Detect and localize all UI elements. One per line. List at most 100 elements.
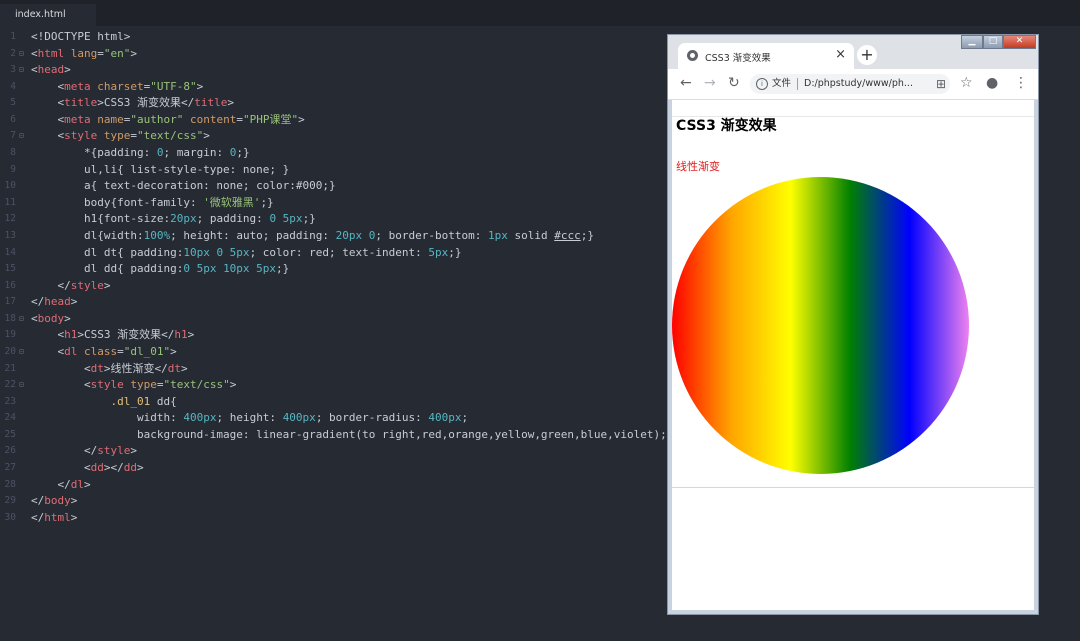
code-line[interactable]: 16 </style> [0,278,670,295]
address-separator [797,78,798,90]
code-token: "PHP课堂" [242,112,299,126]
code-token: content [183,112,237,126]
code-token: type [97,129,131,143]
line-number: 17 [4,296,16,308]
code-token: ; border-radius: [315,411,429,425]
code-line[interactable]: 4 <meta charset="UTF-8"> [0,79,670,96]
code-line[interactable]: 15 dl dd{ padding:0 5px 10px 5px;} [0,261,670,278]
code-line[interactable]: 28 </dl> [0,477,670,494]
back-icon[interactable]: ← [680,75,692,91]
code-token: dd{ [150,394,177,408]
code-line[interactable]: 10 a{ text-decoration: none; color:#000;… [0,178,670,195]
code-line[interactable]: 12 h1{font-size:20px; padding: 0 5px;} [0,211,670,228]
url-text[interactable]: D:/phpstudy/www/ph... [804,74,913,94]
line-number: 19 [4,329,16,341]
code-text: width: 400px; height: 400px; border-radi… [31,410,468,427]
info-icon[interactable]: i [756,78,768,90]
code-line[interactable]: 7 ⊟ <style type="text/css"> [0,128,670,145]
browser-tab[interactable]: CSS3 渐变效果 × [678,43,854,69]
code-token: </ [31,477,71,491]
profile-icon[interactable]: ● [986,75,998,91]
code-line[interactable]: 11 body{font-family: '微软雅黑';} [0,195,670,212]
code-line[interactable]: 8 *{padding: 0; margin: 0;} [0,145,670,162]
code-token: ;} [276,262,290,276]
code-line[interactable]: 30 </html> [0,510,670,527]
code-token: </ [31,444,98,458]
code-text: <html lang="en"> [31,46,137,63]
minimize-button[interactable]: ▁ [961,35,983,49]
code-line[interactable]: 17 </head> [0,294,670,311]
code-line[interactable]: 29 </body> [0,493,670,510]
code-line[interactable]: 6 <meta name="author" content="PHP课堂"> [0,112,670,129]
code-token: = [97,46,104,60]
code-line[interactable]: 26 </style> [0,443,670,460]
fold-toggle-icon[interactable]: ⊟ [19,344,24,361]
code-token: 10px 0 5px [183,245,250,259]
code-line[interactable]: 22 ⊟ <style type="text/css"> [0,377,670,394]
code-token: "UTF-8" [150,79,197,93]
code-token: > [180,361,188,375]
code-line[interactable]: 25 background-image: linear-gradient(to … [0,427,674,444]
code-token: title [64,96,98,110]
new-tab-button[interactable]: + [857,45,877,65]
address-bar[interactable]: i 文件 D:/phpstudy/www/ph... [750,74,950,94]
fold-toggle-icon[interactable]: ⊟ [19,377,24,394]
code-text: <body> [31,311,71,328]
fold-toggle-icon[interactable]: ⊟ [19,62,24,79]
fold-toggle-icon[interactable]: ⊟ [19,128,24,145]
code-line[interactable]: 21 <dt>线性渐变</dt> [0,361,670,378]
code-line[interactable]: 23 .dl_01 dd{ [0,394,670,411]
code-line[interactable]: 3 ⊟ <head> [0,62,670,79]
code-token: dl [70,477,84,491]
code-line[interactable]: 20 ⊟ <dl class="dl_01"> [0,344,670,361]
code-line[interactable]: 13 dl{width:100%; height: auto; padding:… [0,228,670,245]
close-tab-icon[interactable]: × [835,47,846,62]
code-token: lang [64,46,98,60]
code-token: ; border-bottom: [375,228,489,242]
close-window-button[interactable]: ✕ [1003,35,1036,49]
line-number: 24 [4,412,16,424]
code-token: body [44,494,71,508]
code-text: <style type="text/css"> [31,377,236,394]
code-token: > [136,461,144,475]
translate-icon[interactable]: ⊞ [936,77,946,91]
fold-toggle-icon[interactable]: ⊟ [19,311,24,328]
code-line[interactable]: 14 dl dt{ padding:10px 0 5px; color: red… [0,245,670,262]
code-token: < [31,112,65,126]
editor-tab-bar: index.html [0,0,1080,26]
code-text: <h1>CSS3 渐变效果</h1> [31,327,194,344]
maximize-button[interactable]: □ [983,35,1003,49]
code-text: <dt>线性渐变</dt> [31,361,188,378]
dl-border-bottom [672,487,1034,488]
code-token: style [70,278,104,292]
code-line[interactable]: 5 <title>CSS3 渐变效果</title> [0,95,670,112]
line-number: 7 [10,130,16,142]
menu-icon[interactable]: ⋮ [1014,75,1028,91]
editor-tab-index-html[interactable]: index.html [0,4,96,26]
forward-icon[interactable]: → [704,75,716,91]
code-token: > [203,129,210,143]
code-token: </ [31,278,71,292]
reload-icon[interactable]: ↻ [728,75,740,91]
code-line[interactable]: 2 ⊟ <html lang="en"> [0,46,670,63]
code-line[interactable]: 9 ul,li{ list-style-type: none; } [0,162,670,179]
code-token: dl [64,344,78,358]
code-token: < [31,344,65,358]
code-line[interactable]: 1 <!DOCTYPE html> [0,29,670,46]
code-line[interactable]: 24 width: 400px; height: 400px; border-r… [0,410,670,427]
code-token: > [298,112,305,126]
code-token: 400px [428,411,462,425]
code-token: html [37,46,65,60]
code-editor[interactable]: 1 <!DOCTYPE html> 2 ⊟ <html lang="en"> 3 ⊟ <hea… [0,29,674,527]
fold-toggle-icon[interactable]: ⊟ [19,46,24,63]
line-number: 15 [4,263,16,275]
line-number: 21 [4,362,16,374]
code-line[interactable]: 19 <h1>CSS3 渐变效果</h1> [0,327,670,344]
line-number: 22 [4,379,16,391]
code-token: = [117,344,124,358]
code-line[interactable]: 27 <dd></dd> [0,460,670,477]
code-token: < [31,311,38,325]
bookmark-star-icon[interactable]: ☆ [960,75,973,91]
code-token: > [130,444,137,458]
code-line[interactable]: 18 ⊟ <body> [0,311,670,328]
